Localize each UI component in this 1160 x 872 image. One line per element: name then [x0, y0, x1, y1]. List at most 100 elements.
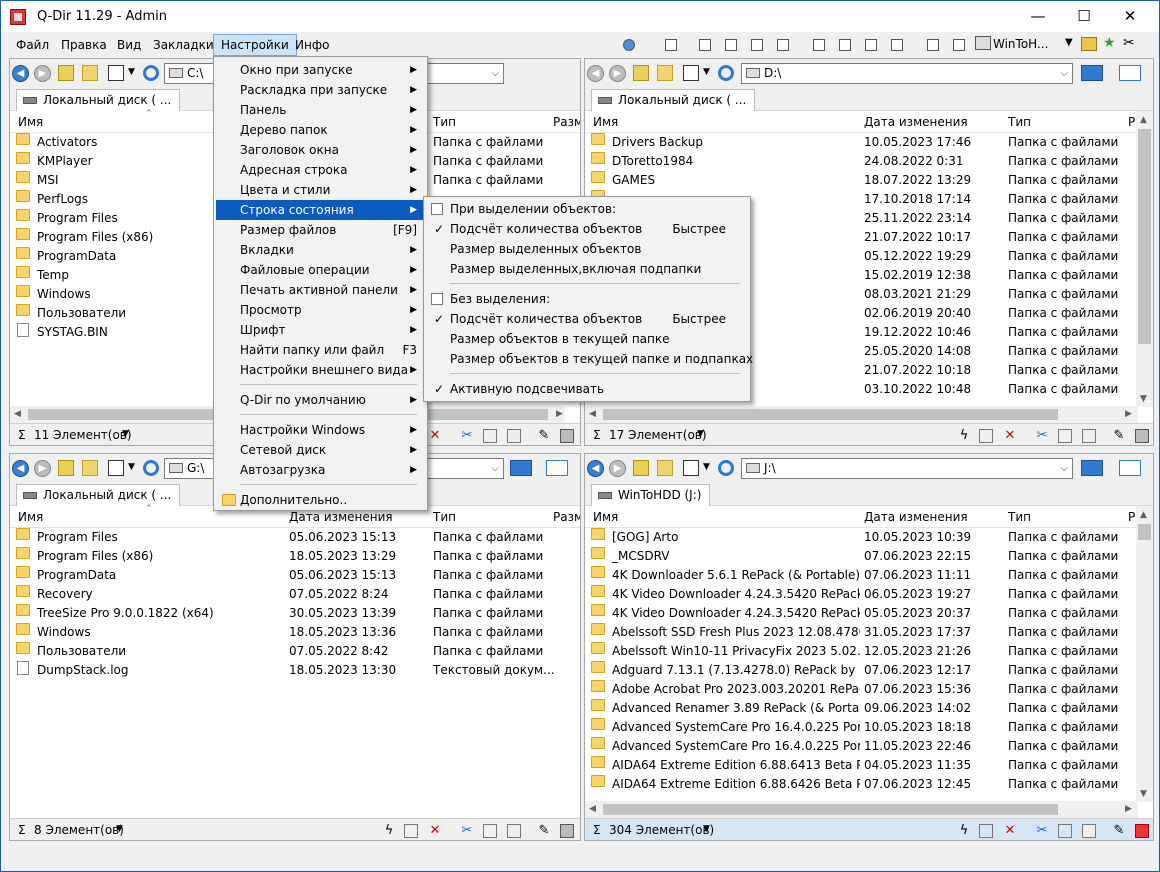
- zoom-icon[interactable]: ✂: [1123, 35, 1135, 51]
- menu-item[interactable]: Без выделения:: [426, 289, 748, 309]
- checkbox-icon[interactable]: [431, 293, 443, 305]
- col-size[interactable]: Разм: [553, 510, 580, 524]
- h-scroll-thumb[interactable]: [603, 804, 1058, 815]
- h-scrollbar[interactable]: ◀ ▶: [585, 801, 1138, 818]
- tab-drive[interactable]: Локальный диск ( ...: [16, 484, 181, 506]
- view-mode-icon[interactable]: [108, 65, 124, 81]
- mail-icon[interactable]: [979, 429, 993, 443]
- copy-icon[interactable]: [483, 429, 497, 443]
- table-row[interactable]: _MCSDRV 07.06.2023 22:15 Папка с файлами: [585, 547, 1136, 566]
- maximize-button[interactable]: ☐: [1061, 1, 1107, 32]
- delete-icon[interactable]: ✕: [1003, 429, 1017, 443]
- col-size[interactable]: Р: [1128, 115, 1135, 129]
- menu-item[interactable]: Размер выделенных,включая подпапки: [426, 259, 748, 279]
- rename-icon[interactable]: ✎: [1112, 429, 1126, 443]
- chevron-down-icon[interactable]: ▼: [128, 462, 135, 472]
- menu-item[interactable]: Найти папку или файл F3: [216, 340, 425, 360]
- delete-icon[interactable]: ✕: [1003, 824, 1017, 838]
- v-scrollbar[interactable]: ▲ ▼: [1136, 506, 1153, 802]
- properties-icon[interactable]: [1135, 429, 1149, 443]
- new-folder-icon[interactable]: [82, 65, 98, 81]
- lightning-icon[interactable]: ϟ: [957, 824, 971, 838]
- table-row[interactable]: Advanced Renamer 3.89 RePack (& Portable…: [585, 699, 1136, 718]
- new-folder-icon[interactable]: [657, 65, 673, 81]
- layout-3-icon[interactable]: [725, 39, 737, 51]
- col-name[interactable]: Имя: [18, 115, 43, 129]
- col-type[interactable]: Тип: [433, 510, 456, 524]
- up-folder-icon[interactable]: [58, 65, 74, 81]
- layout-2-icon[interactable]: [699, 39, 711, 51]
- cut-icon[interactable]: ✂: [460, 824, 474, 838]
- layout-6-icon[interactable]: [813, 39, 825, 51]
- menu-item[interactable]: При выделении объектов:: [426, 199, 748, 219]
- tab-drive[interactable]: WinToHDD (J:): [591, 484, 711, 506]
- menu-item[interactable]: Заголовок окна ▶: [216, 140, 425, 160]
- col-type[interactable]: Тип: [1008, 510, 1031, 524]
- chevron-down-icon[interactable]: ▼: [128, 67, 135, 77]
- star-add-icon[interactable]: ★: [1103, 35, 1116, 51]
- refresh-icon[interactable]: [718, 460, 734, 476]
- menu-item[interactable]: ✓ Активную подсвечивать: [426, 379, 748, 399]
- status-count[interactable]: 11 Элемент(ов): [34, 428, 132, 442]
- menu-edit[interactable]: Правка: [54, 34, 114, 56]
- back-icon[interactable]: ◀: [12, 460, 29, 477]
- network-icon[interactable]: [1081, 37, 1097, 51]
- menu-item[interactable]: Размер файлов [F9]: [216, 220, 425, 240]
- v-scroll-thumb[interactable]: [1138, 524, 1151, 540]
- status-count[interactable]: 17 Элемент(ов): [609, 428, 707, 442]
- menu-item[interactable]: Печать активной панели ▶: [216, 280, 425, 300]
- back-icon[interactable]: ◀: [587, 65, 604, 82]
- paste-icon[interactable]: [1082, 824, 1096, 838]
- col-size[interactable]: Разм: [553, 115, 580, 129]
- mail-icon[interactable]: [404, 824, 418, 838]
- menu-item[interactable]: Шрифт ▶: [216, 320, 425, 340]
- close-button[interactable]: ✕: [1107, 1, 1153, 32]
- cut-icon[interactable]: ✂: [1035, 824, 1049, 838]
- chevron-down-icon[interactable]: ▼: [703, 824, 710, 834]
- forward-icon[interactable]: ▶: [609, 460, 626, 477]
- refresh-icon[interactable]: [143, 65, 159, 81]
- checkbox-icon[interactable]: [431, 203, 443, 215]
- table-row[interactable]: Drivers Backup 10.05.2023 17:46 Папка с фа…: [585, 133, 1136, 152]
- menu-item[interactable]: Панель ▶: [216, 100, 425, 120]
- delete-icon[interactable]: ✕: [428, 824, 442, 838]
- view-mode-icon[interactable]: [683, 65, 699, 81]
- mail-icon[interactable]: [979, 824, 993, 838]
- chevron-down-icon[interactable]: ▼: [703, 67, 710, 77]
- layout-4-icon[interactable]: [751, 39, 763, 51]
- table-row[interactable]: Advanced SystemCare Pro 16.4.0.225 Porta…: [585, 737, 1136, 756]
- cut-icon[interactable]: ✂: [460, 429, 474, 443]
- chevron-down-icon[interactable]: ⌵: [491, 64, 499, 83]
- back-icon[interactable]: ◀: [12, 65, 29, 82]
- chevron-down-icon[interactable]: ▼: [122, 429, 129, 439]
- menu-item[interactable]: Размер объектов в текущей папке и подпап…: [426, 349, 753, 369]
- paste-icon[interactable]: [1082, 429, 1096, 443]
- table-row[interactable]: Program Files (x86) 18.05.2023 13:29 Папка…: [10, 547, 563, 566]
- menu-item[interactable]: Q-Dir по умолчанию ▶: [216, 390, 425, 410]
- menu-item[interactable]: Адресная строка ▶: [216, 160, 425, 180]
- cut-icon[interactable]: ✂: [1035, 429, 1049, 443]
- table-row[interactable]: DToretto1984 24.08.2022 0:31 Папка с файла…: [585, 152, 1136, 171]
- col-type[interactable]: Тип: [1008, 115, 1031, 129]
- back-icon[interactable]: ◀: [587, 460, 604, 477]
- copy-icon[interactable]: [1058, 824, 1072, 838]
- chevron-down-icon[interactable]: ⌵: [1060, 459, 1068, 478]
- table-row[interactable]: ProgramData 05.06.2023 15:13 Папка с файла…: [10, 566, 563, 585]
- table-row[interactable]: Adobe Acrobat Pro 2023.003.20201 RePack …: [585, 680, 1136, 699]
- col-date[interactable]: Дата изменения: [864, 115, 968, 129]
- menu-item[interactable]: Размер объектов в текущей папке: [426, 329, 748, 349]
- rename-icon[interactable]: ✎: [537, 824, 551, 838]
- forward-icon[interactable]: ▶: [34, 460, 51, 477]
- menu-item[interactable]: Сетевой диск ▶: [216, 440, 425, 460]
- pane-color-icon[interactable]: [1081, 460, 1103, 476]
- up-folder-icon[interactable]: [58, 460, 74, 476]
- table-row[interactable]: [GOG] Arto 10.05.2023 10:39 Папка с файлам…: [585, 528, 1136, 547]
- menu-item[interactable]: Автозагрузка ▶: [216, 460, 425, 480]
- table-row[interactable]: Пользователи 07.05.2022 8:42 Папка с файла…: [10, 642, 563, 661]
- monitor-icon[interactable]: [1119, 460, 1141, 476]
- table-row[interactable]: GAMES 18.07.2022 13:29 Папка с файлами: [585, 171, 1136, 190]
- paste-icon[interactable]: [507, 429, 521, 443]
- chevron-down-icon[interactable]: ▼: [697, 429, 704, 439]
- col-name[interactable]: Имя: [593, 115, 618, 129]
- menu-item[interactable]: Строка состояния ▶: [216, 200, 425, 220]
